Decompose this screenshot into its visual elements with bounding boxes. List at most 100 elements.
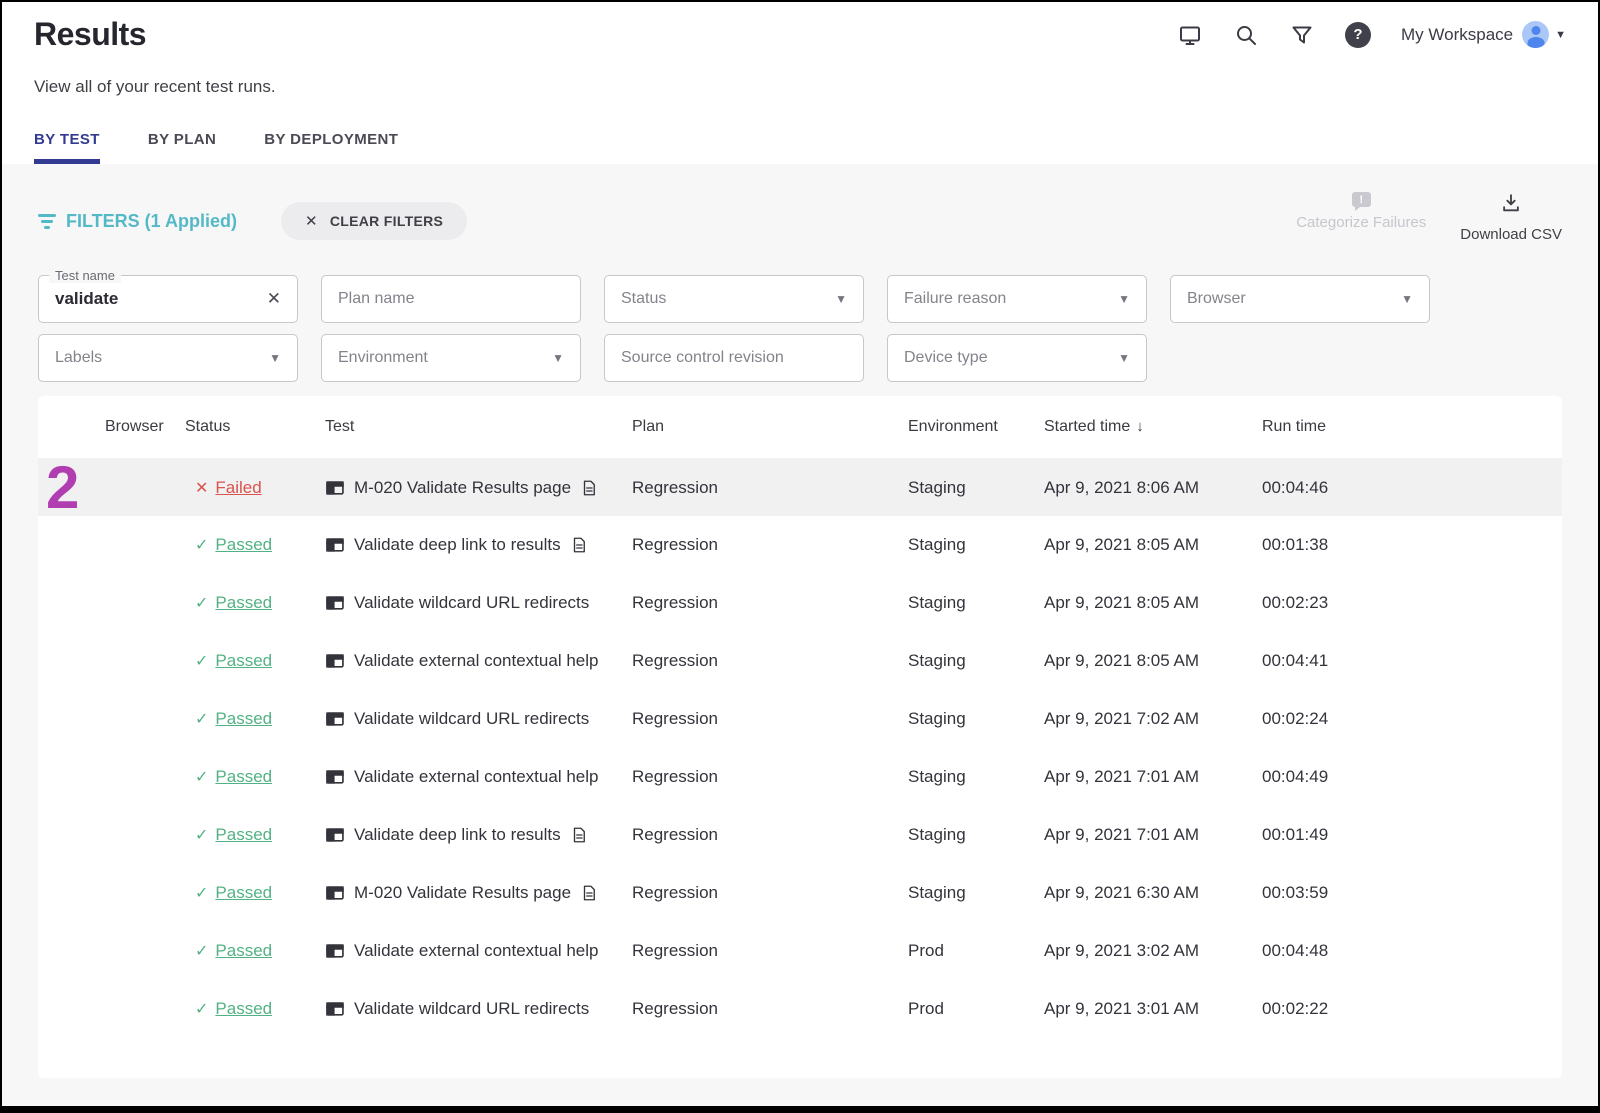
table-row[interactable]: ✓ Passed M-020 Validate Results page Reg… — [38, 864, 1562, 922]
column-header-plan[interactable]: Plan — [632, 418, 908, 436]
started-time-cell: Apr 9, 2021 3:01 AM — [1044, 999, 1262, 1019]
table-row[interactable]: ✓ Passed Validate wildcard URL redirects… — [38, 690, 1562, 748]
test-name-link[interactable]: Validate external contextual help — [354, 941, 598, 961]
table-row[interactable]: ✓ Passed Validate wildcard URL redirects… — [38, 574, 1562, 632]
table-row[interactable]: ✓ Passed Validate wildcard URL redirects… — [38, 980, 1562, 1038]
tabs: BY TEST BY PLAN BY DEPLOYMENT — [34, 131, 1566, 164]
tab-by-test[interactable]: BY TEST — [34, 131, 100, 164]
browser-cell — [105, 825, 185, 845]
download-icon — [1500, 192, 1522, 219]
status-icon: ✕ — [195, 478, 208, 498]
results-table-card: BrowserStatusTestPlanEnvironmentStarted … — [38, 396, 1562, 1078]
plan-link[interactable]: Regression — [632, 709, 718, 728]
notes-doc-icon[interactable] — [570, 535, 588, 555]
column-header-browser[interactable]: Browser — [105, 418, 185, 436]
status-link[interactable]: Passed — [215, 999, 272, 1019]
started-time-cell: Apr 9, 2021 7:01 AM — [1044, 767, 1262, 787]
table-row[interactable]: ✓ Passed Validate deep link to results R… — [38, 516, 1562, 574]
column-header-run-time[interactable]: Run time — [1262, 418, 1562, 436]
plan-link[interactable]: Regression — [632, 999, 718, 1018]
test-name-link[interactable]: Validate deep link to results — [354, 825, 561, 845]
plan-cell: Regression — [632, 767, 908, 787]
test-name-link[interactable]: Validate deep link to results — [354, 535, 561, 555]
column-header-started-time[interactable]: Started time↓ — [1044, 418, 1262, 436]
plan-link[interactable]: Regression — [632, 535, 718, 554]
browser-cell — [105, 941, 185, 961]
column-header-test[interactable]: Test — [325, 418, 632, 436]
download-csv-button[interactable]: Download CSV — [1460, 192, 1562, 243]
table-row[interactable]: ✓ Passed Validate external contextual he… — [38, 748, 1562, 806]
notes-doc-icon[interactable] — [570, 825, 588, 845]
status-link[interactable]: Passed — [215, 709, 272, 729]
plan-link[interactable]: Regression — [632, 651, 718, 670]
test-cell: Validate deep link to results — [325, 535, 632, 555]
display-icon[interactable] — [1177, 22, 1203, 48]
filter-field-test-name[interactable]: Test namevalidate✕ — [38, 275, 298, 323]
notes-doc-icon[interactable] — [580, 478, 598, 498]
plan-link[interactable]: Regression — [632, 593, 718, 612]
clear-field-icon[interactable]: ✕ — [267, 289, 281, 309]
clear-filters-button[interactable]: ✕ CLEAR FILTERS — [281, 202, 467, 240]
filter-field-status[interactable]: Status▼ — [604, 275, 864, 323]
tab-by-plan[interactable]: BY PLAN — [148, 131, 216, 164]
plan-link[interactable]: Regression — [632, 825, 718, 844]
chevron-down-icon: ▼ — [1118, 292, 1130, 306]
column-header-status[interactable]: Status — [185, 418, 325, 436]
test-name-link[interactable]: Validate external contextual help — [354, 767, 598, 787]
filter-field-browser[interactable]: Browser▼ — [1170, 275, 1430, 323]
test-name-link[interactable]: M-020 Validate Results page — [354, 883, 571, 903]
workspace-menu[interactable]: My Workspace ▼ — [1401, 21, 1566, 48]
categorize-failures-button[interactable]: ! Categorize Failures — [1296, 192, 1426, 243]
test-name-link[interactable]: M-020 Validate Results page — [354, 478, 571, 498]
browser-cell — [105, 478, 185, 498]
environment-cell: Staging — [908, 883, 1044, 903]
status-link[interactable]: Failed — [215, 478, 261, 498]
table-row[interactable]: ✓ Passed Validate external contextual he… — [38, 632, 1562, 690]
notes-doc-icon[interactable] — [580, 883, 598, 903]
plan-link[interactable]: Regression — [632, 478, 718, 497]
test-cell: M-020 Validate Results page — [325, 478, 632, 498]
table-row[interactable]: ✓ Passed Validate external contextual he… — [38, 922, 1562, 980]
close-icon: ✕ — [305, 212, 318, 230]
filters-summary: FILTERS (1 Applied) — [66, 211, 237, 232]
table-row[interactable]: 2 ✕ Failed M-020 Validate Results page R… — [38, 458, 1562, 516]
test-name-link[interactable]: Validate wildcard URL redirects — [354, 709, 589, 729]
filter-funnel-icon[interactable] — [1289, 22, 1315, 48]
status-icon: ✓ — [195, 767, 208, 787]
plan-link[interactable]: Regression — [632, 941, 718, 960]
column-header-environment[interactable]: Environment — [908, 418, 1044, 436]
filter-field-plan-name[interactable]: Plan name — [321, 275, 581, 323]
status-cell: ✓ Passed — [185, 999, 325, 1019]
screenshot-frame: Results ? My Workspace ▼ View all — [0, 0, 1600, 1113]
filter-field-environment[interactable]: Environment▼ — [321, 334, 581, 382]
status-link[interactable]: Passed — [215, 883, 272, 903]
test-cell: M-020 Validate Results page — [325, 883, 632, 903]
filter-field-device-type[interactable]: Device type▼ — [887, 334, 1147, 382]
plan-cell: Regression — [632, 883, 908, 903]
status-link[interactable]: Passed — [215, 651, 272, 671]
filter-field-failure-reason[interactable]: Failure reason▼ — [887, 275, 1147, 323]
tab-by-deployment[interactable]: BY DEPLOYMENT — [264, 131, 398, 164]
status-link[interactable]: Passed — [215, 593, 272, 613]
clear-filters-label: CLEAR FILTERS — [330, 213, 443, 229]
status-link[interactable]: Passed — [215, 941, 272, 961]
filter-field-source-control-revision[interactable]: Source control revision — [604, 334, 864, 382]
filter-field-labels[interactable]: Labels▼ — [38, 334, 298, 382]
page-subtitle: View all of your recent test runs. — [34, 77, 1566, 97]
test-name-link[interactable]: Validate wildcard URL redirects — [354, 999, 589, 1019]
started-time-cell: Apr 9, 2021 3:02 AM — [1044, 941, 1262, 961]
environment-cell: Staging — [908, 825, 1044, 845]
test-name-link[interactable]: Validate external contextual help — [354, 651, 598, 671]
plan-link[interactable]: Regression — [632, 767, 718, 786]
chevron-down-icon: ▼ — [835, 292, 847, 306]
status-icon: ✓ — [195, 593, 208, 613]
status-link[interactable]: Passed — [215, 825, 272, 845]
help-icon[interactable]: ? — [1345, 22, 1371, 48]
table-row[interactable]: ✓ Passed Validate deep link to results R… — [38, 806, 1562, 864]
browser-cell — [105, 709, 185, 729]
plan-link[interactable]: Regression — [632, 883, 718, 902]
status-link[interactable]: Passed — [215, 767, 272, 787]
status-link[interactable]: Passed — [215, 535, 272, 555]
search-icon[interactable] — [1233, 22, 1259, 48]
test-name-link[interactable]: Validate wildcard URL redirects — [354, 593, 589, 613]
